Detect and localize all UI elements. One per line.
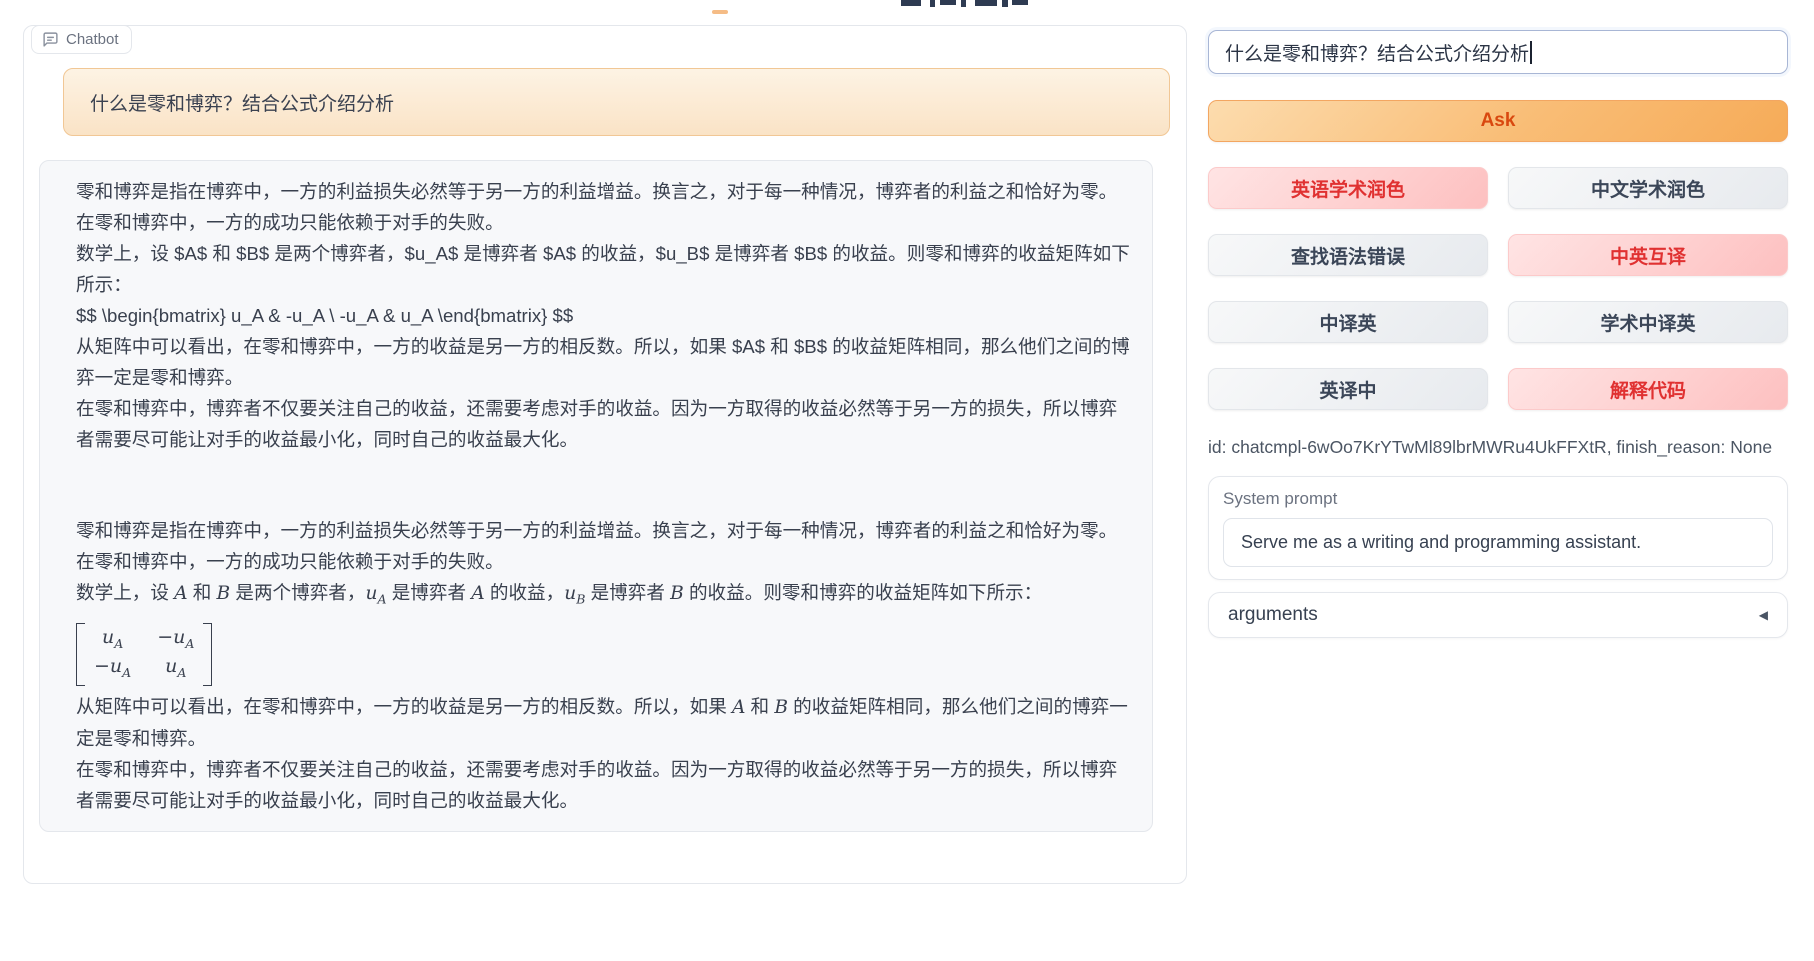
assistant-raw-text: 零和博弈是指在博弈中，一方的利益损失必然等于另一方的利益增益。换言之，对于每一种…: [76, 176, 1132, 455]
question-input-value: 什么是零和博弈？结合公式介绍分析: [1225, 39, 1529, 66]
chatbot-panel: Chatbot 什么是零和博弈？结合公式介绍分析 零和博弈是指在博弈中，一方的利…: [23, 25, 1187, 884]
assistant-message-bubble: 零和博弈是指在博弈中，一方的利益损失必然等于另一方的利益增益。换言之，对于每一种…: [39, 160, 1153, 832]
quick-action-grid: 英语学术润色 中文学术润色 查找语法错误 中英互译 中译英 学术中译英 英译中 …: [1208, 167, 1788, 410]
en-to-zh-button[interactable]: 英译中: [1208, 368, 1488, 410]
chatbot-label-text: Chatbot: [66, 31, 119, 48]
chinese-academic-polish-button[interactable]: 中文学术润色: [1508, 167, 1788, 209]
math-var: uB: [564, 583, 585, 604]
rendered-intro: 零和博弈是指在博弈中，一方的利益损失必然等于另一方的利益增益。换言之，对于每一种…: [76, 515, 1132, 577]
user-message-bubble: 什么是零和博弈？结合公式介绍分析: [63, 68, 1170, 136]
matrix-left-bracket: [76, 623, 85, 687]
rendered-outro: 在零和博弈中，博弈者不仅要关注自己的收益，还需要考虑对手的收益。因为一方取得的收…: [76, 754, 1132, 816]
math-var: B: [217, 583, 231, 604]
find-grammar-errors-button[interactable]: 查找语法错误: [1208, 234, 1488, 276]
math-var: uA: [366, 583, 387, 604]
academic-zh-to-en-button[interactable]: 学术中译英: [1508, 301, 1788, 343]
system-prompt-group: System prompt Serve me as a writing and …: [1208, 476, 1788, 580]
accordion-collapse-icon: ◀: [1759, 608, 1768, 622]
system-prompt-label: System prompt: [1223, 489, 1773, 509]
user-message-text: 什么是零和博弈？结合公式介绍分析: [90, 89, 394, 116]
zh-en-mutual-translate-button[interactable]: 中英互译: [1508, 234, 1788, 276]
arguments-accordion-label: arguments: [1228, 604, 1318, 626]
system-prompt-input[interactable]: Serve me as a writing and programming as…: [1223, 518, 1773, 567]
explain-code-button[interactable]: 解释代码: [1508, 368, 1788, 410]
title-orange-fragment: [712, 10, 728, 14]
clipped-page-title: [0, 0, 1814, 16]
question-input[interactable]: 什么是零和博弈？结合公式介绍分析: [1208, 30, 1788, 74]
matrix-cell: uA: [165, 655, 186, 684]
assistant-rendered-text: 零和博弈是指在博弈中，一方的利益损失必然等于另一方的利益增益。换言之，对于每一种…: [76, 515, 1132, 816]
message-part-gap: [76, 455, 1132, 515]
english-academic-polish-button[interactable]: 英语学术润色: [1208, 167, 1488, 209]
page: Chatbot 什么是零和博弈？结合公式介绍分析 零和博弈是指在博弈中，一方的利…: [0, 0, 1814, 961]
response-status-text: id: chatcmpl-6wOo7KrYTwMl89lbrMWRu4UkFFX…: [1208, 437, 1788, 458]
text-cursor: [1530, 41, 1532, 64]
matrix-cell: −uA: [94, 655, 131, 684]
math-var: B: [774, 697, 788, 718]
math-var: A: [732, 697, 745, 718]
chatbot-label: Chatbot: [31, 25, 132, 54]
chat-bubble-icon: [42, 31, 59, 48]
rendered-conclusion-paragraph: 从矩阵中可以看出，在零和博弈中，一方的收益是另一方的相反数。所以，如果 A 和 …: [76, 691, 1132, 754]
matrix-cell: −uA: [157, 626, 194, 655]
math-var: B: [670, 583, 684, 604]
payoff-matrix: uA −uA −uA uA: [76, 623, 212, 687]
math-var: A: [174, 583, 187, 604]
zh-to-en-button[interactable]: 中译英: [1208, 301, 1488, 343]
math-var: A: [471, 583, 484, 604]
ask-button[interactable]: Ask: [1208, 100, 1788, 142]
arguments-accordion[interactable]: arguments ◀: [1208, 592, 1788, 638]
matrix-right-bracket: [203, 623, 212, 687]
rendered-math-paragraph: 数学上，设 A 和 B 是两个博弈者，uA 是博弈者 A 的收益，uB 是博弈者…: [76, 577, 1132, 615]
matrix-cell: uA: [102, 626, 123, 655]
control-panel: 什么是零和博弈？结合公式介绍分析 Ask 英语学术润色 中文学术润色 查找语法错…: [1208, 30, 1788, 638]
